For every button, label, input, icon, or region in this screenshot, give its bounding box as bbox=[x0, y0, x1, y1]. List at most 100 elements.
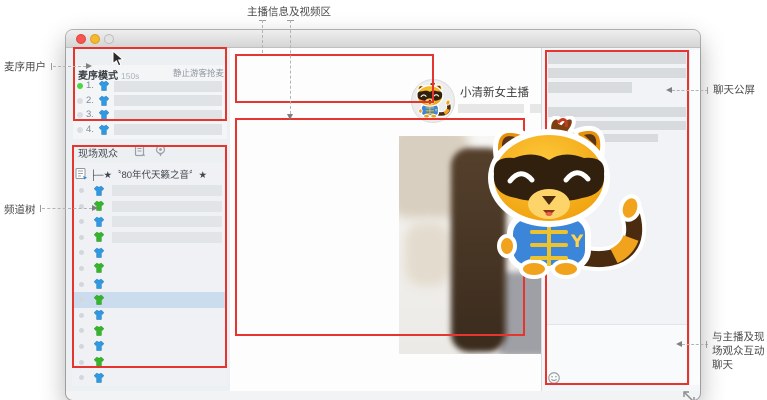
queue-number: 1. bbox=[86, 80, 94, 91]
online-status-dot bbox=[77, 112, 83, 118]
avatar-mascot-art bbox=[413, 82, 453, 120]
member-dot bbox=[79, 281, 84, 287]
member-dot bbox=[79, 188, 84, 193]
tree-member-row[interactable] bbox=[72, 339, 227, 355]
chat-input-area[interactable] bbox=[545, 325, 689, 385]
tree-member-row[interactable] bbox=[72, 277, 227, 293]
channel-member-list bbox=[72, 183, 227, 386]
tree-member-row[interactable] bbox=[72, 370, 227, 386]
tree-member-row[interactable] bbox=[72, 230, 227, 246]
tree-member-row[interactable] bbox=[72, 261, 227, 277]
blurred-name-bar bbox=[112, 185, 222, 196]
channel-title[interactable]: ├─★〝80年代天籁之音〞★ bbox=[90, 167, 207, 181]
member-dot bbox=[79, 343, 84, 349]
member-shirt-icon bbox=[93, 341, 105, 352]
public-chat-screen[interactable] bbox=[545, 50, 689, 385]
mic-queue-item[interactable]: 1. bbox=[73, 79, 227, 94]
blurred-chat-message bbox=[548, 82, 632, 93]
mic-queue-item[interactable]: 2. bbox=[73, 94, 227, 109]
member-shirt-icon bbox=[93, 247, 105, 258]
blurred-chat-message bbox=[548, 121, 686, 130]
member-shirt-icon bbox=[93, 310, 105, 320]
member-shirt-icon bbox=[93, 263, 105, 274]
callout-interact-chat: 与主播及现 场观众互动 聊天 bbox=[712, 331, 765, 371]
member-shirt-icon bbox=[98, 124, 110, 135]
blurred-chat-message bbox=[548, 51, 686, 64]
member-shirt-icon bbox=[93, 325, 105, 336]
blurred-chat-message bbox=[548, 68, 686, 78]
blurred-name-bar bbox=[114, 109, 222, 121]
member-dot bbox=[79, 375, 84, 381]
tree-member-row[interactable] bbox=[72, 245, 227, 261]
blurred-name-bar bbox=[112, 231, 222, 243]
member-dot bbox=[79, 219, 84, 225]
broadcaster-avatar[interactable] bbox=[411, 79, 455, 123]
mic-queue-item[interactable]: 4. bbox=[73, 123, 227, 138]
minimize-button[interactable] bbox=[90, 34, 100, 44]
member-shirt-icon bbox=[93, 185, 105, 196]
callout-channel-tree: 频道树 bbox=[4, 204, 36, 216]
member-shirt-icon bbox=[93, 278, 105, 289]
queue-number: 4. bbox=[86, 123, 94, 135]
tree-member-row[interactable] bbox=[72, 355, 227, 371]
blurred-chat-message bbox=[548, 134, 658, 142]
broadcaster-name: 小清新女主播 bbox=[460, 87, 529, 99]
screenshot-stage: Y bbox=[0, 0, 767, 400]
member-dot bbox=[79, 250, 84, 256]
blurred-name-bar bbox=[112, 200, 222, 212]
queue-number: 3. bbox=[86, 109, 94, 120]
mouse-cursor bbox=[112, 50, 124, 67]
blurred-name-bar bbox=[114, 124, 222, 135]
audience-label: 现场观众 bbox=[78, 149, 118, 160]
close-button[interactable] bbox=[76, 34, 86, 44]
channel-tree-header[interactable]: ├─★〝80年代天籁之音〞★ bbox=[72, 163, 227, 183]
member-dot bbox=[79, 234, 84, 240]
photo-bg-block bbox=[405, 222, 451, 286]
callout-chat-screen: 聊天公屏 bbox=[713, 84, 755, 96]
mic-queue-list: 1. 2. 3. 4. bbox=[73, 79, 227, 137]
callout-broadcaster-area: 主播信息及视频区 bbox=[247, 6, 331, 18]
chat-scrollbar-track[interactable] bbox=[689, 50, 700, 385]
guest-mic-rule-label[interactable]: 静止游客抢麦 bbox=[173, 67, 224, 79]
channel-node-icon bbox=[75, 168, 87, 180]
tree-member-row[interactable] bbox=[72, 308, 227, 324]
member-shirt-icon bbox=[93, 372, 105, 383]
blurred-name-bar bbox=[112, 216, 222, 228]
member-dot bbox=[79, 359, 84, 365]
member-dot bbox=[79, 297, 84, 303]
member-dot bbox=[79, 312, 84, 318]
blurred-name-bar bbox=[114, 80, 222, 92]
location-pin-icon[interactable] bbox=[154, 144, 167, 158]
window-titlebar[interactable] bbox=[66, 30, 700, 48]
tree-member-row[interactable] bbox=[72, 183, 227, 199]
member-list-icon[interactable] bbox=[134, 144, 147, 158]
member-shirt-icon bbox=[93, 216, 105, 227]
zoom-button[interactable] bbox=[104, 34, 114, 44]
center-stage: 小清新女主播 bbox=[230, 48, 695, 400]
mic-queue-panel: 麦序模式 150s 静止游客抢麦 1. 2. 3. 4. bbox=[73, 65, 227, 139]
member-dot bbox=[79, 328, 84, 334]
photo-hair-left bbox=[451, 148, 506, 352]
blurred-chat-message bbox=[548, 107, 686, 117]
tree-member-row[interactable] bbox=[72, 292, 227, 308]
blurred-name-bar bbox=[114, 95, 222, 106]
member-shirt-icon bbox=[98, 80, 110, 91]
member-shirt-icon bbox=[98, 109, 110, 120]
member-shirt-icon bbox=[93, 232, 105, 243]
member-shirt-icon bbox=[93, 356, 105, 367]
member-shirt-icon bbox=[93, 294, 105, 305]
emoticon-button[interactable] bbox=[547, 371, 561, 385]
queue-number: 2. bbox=[86, 94, 94, 106]
broadcaster-info-bar bbox=[458, 104, 524, 113]
audience-header: 现场观众 bbox=[66, 141, 230, 162]
tree-member-row[interactable] bbox=[72, 214, 227, 230]
member-dot bbox=[79, 265, 84, 271]
tree-member-row[interactable] bbox=[72, 323, 227, 339]
mic-queue-item[interactable]: 3. bbox=[73, 108, 227, 123]
online-status-dot bbox=[77, 126, 83, 133]
callout-mic-users: 麦序用户 bbox=[4, 61, 46, 73]
member-shirt-icon bbox=[98, 95, 110, 106]
mic-queue-header: 麦序模式 150s 静止游客抢麦 bbox=[73, 65, 227, 82]
online-status-dot bbox=[77, 97, 83, 104]
app-window: 麦序模式 150s 静止游客抢麦 1. 2. 3. 4. 现场观众 ├─★〝80… bbox=[66, 30, 700, 400]
